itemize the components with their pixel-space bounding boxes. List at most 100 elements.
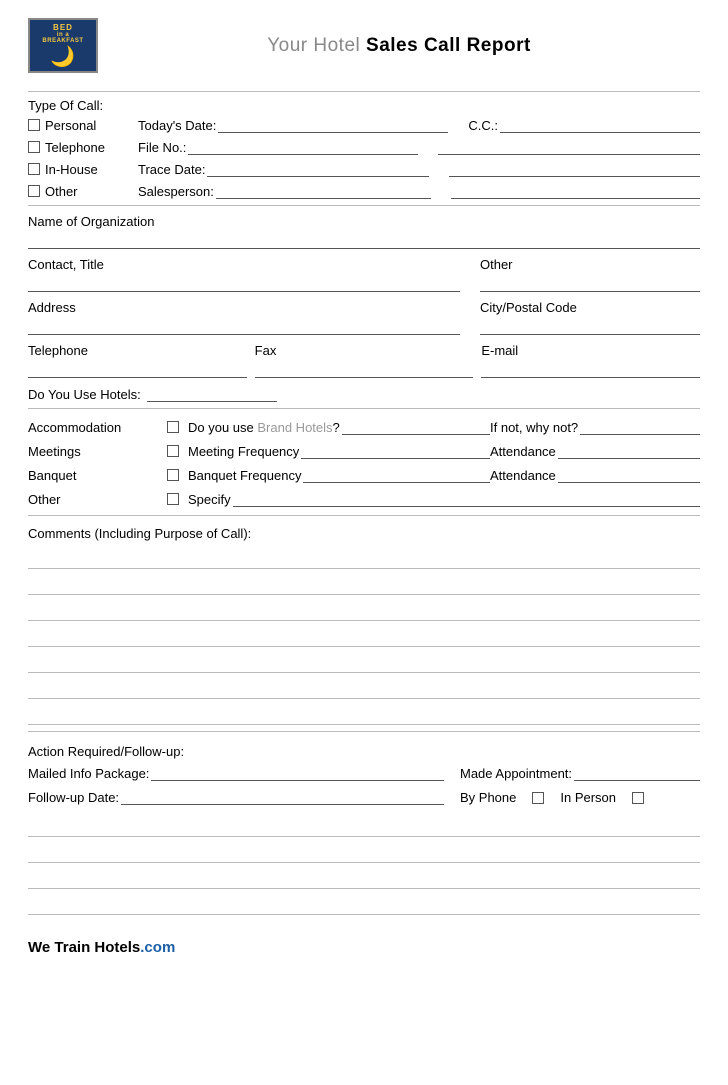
followup-label: Follow-up Date:: [28, 790, 119, 805]
banquet-name: Banquet: [28, 468, 158, 483]
trace-date-field[interactable]: [207, 161, 429, 177]
banquet-row: Banquet Banquet Frequency Attendance: [28, 467, 700, 483]
banquet-freq-field[interactable]: [303, 467, 490, 483]
mailed-row: Mailed Info Package: Made Appointment:: [28, 765, 700, 781]
other-accom-check[interactable]: [158, 493, 188, 505]
mailed-field[interactable]: [151, 765, 444, 781]
comment-line-3[interactable]: [28, 597, 700, 621]
fax-field[interactable]: [255, 360, 474, 378]
if-not-why-label: If not, why not?: [490, 420, 578, 435]
banquet-check[interactable]: [158, 469, 188, 481]
email-label: E-mail: [481, 343, 700, 358]
banquet-checkbox[interactable]: [167, 469, 179, 481]
by-phone-right: By Phone In Person: [460, 790, 700, 805]
if-not-why-field[interactable]: [580, 419, 700, 435]
specify-label: Specify: [188, 492, 231, 507]
do-you-use-brand-label: Do you use Brand Hotels?: [188, 420, 340, 435]
todays-date-field[interactable]: [218, 117, 448, 133]
address-field[interactable]: [28, 317, 460, 335]
other-accom-checkbox[interactable]: [167, 493, 179, 505]
footer-brand-regular: We Train Hotels: [28, 939, 140, 956]
brand-hotels-field[interactable]: [342, 419, 490, 435]
contact-field[interactable]: [28, 274, 460, 292]
file-no-field[interactable]: [188, 139, 418, 155]
do-you-field[interactable]: [147, 386, 277, 402]
meetings-check[interactable]: [158, 445, 188, 457]
banquet-attendance-field[interactable]: [558, 467, 700, 483]
section-divider-4: [28, 731, 700, 732]
cc-label: C.C.:: [468, 118, 498, 133]
brand-hotels: Brand Hotels: [257, 420, 332, 435]
personal-checkbox-label[interactable]: Personal: [28, 118, 138, 133]
accommodation-mid: Do you use Brand Hotels?: [188, 419, 490, 435]
followup-field[interactable]: [121, 789, 444, 805]
file-no-label: File No.:: [138, 140, 186, 155]
action-section: Action Required/Follow-up: Mailed Info P…: [28, 744, 700, 805]
cc-field[interactable]: [500, 117, 700, 133]
telephone-row: Telephone File No.:: [28, 139, 700, 155]
accommodation-name: Accommodation: [28, 420, 158, 435]
other-checkbox-label[interactable]: Other: [28, 184, 138, 199]
trace-date-extra-field[interactable]: [449, 161, 700, 177]
contact-label: Contact, Title: [28, 257, 460, 272]
address-col: Address: [28, 300, 460, 335]
email-field[interactable]: [481, 360, 700, 378]
file-no-extra-field[interactable]: [438, 139, 700, 155]
other-row: Other Salesperson:: [28, 183, 700, 199]
comments-label: Comments (Including Purpose of Call):: [28, 526, 700, 541]
accommodation-section: Accommodation Do you use Brand Hotels? I…: [28, 419, 700, 507]
org-label: Name of Organization: [28, 214, 700, 229]
salesperson-extra-field[interactable]: [451, 183, 700, 199]
org-field[interactable]: [28, 231, 700, 249]
telephone-checkbox[interactable]: [28, 141, 40, 153]
footer-line-4: [28, 891, 700, 915]
inhouse-checkbox-label[interactable]: In-House: [28, 162, 138, 177]
todays-date-label: Today's Date:: [138, 118, 216, 133]
meetings-attendance-field[interactable]: [558, 443, 700, 459]
made-appt-label: Made Appointment:: [460, 766, 572, 781]
banquet-freq-label: Banquet Frequency: [188, 468, 301, 483]
page-title: Your Hotel Sales Call Report: [98, 35, 700, 57]
logo-icon: 🌙: [50, 44, 75, 69]
personal-checkbox[interactable]: [28, 119, 40, 131]
comment-line-2[interactable]: [28, 571, 700, 595]
telecom-row: Telephone Fax E-mail: [28, 343, 700, 378]
telephone-field[interactable]: [28, 360, 247, 378]
todays-date-group: Today's Date: C.C.:: [138, 117, 700, 133]
footer-line-1: [28, 813, 700, 837]
telephone-checkbox-label[interactable]: Telephone: [28, 140, 138, 155]
mailed-label: Mailed Info Package:: [28, 766, 149, 781]
do-you-row: Do You Use Hotels:: [28, 386, 700, 402]
footer-brand: We Train Hotels.com: [28, 939, 700, 956]
telephone-label: Telephone: [45, 140, 105, 155]
comment-line-7[interactable]: [28, 701, 700, 725]
org-section: Name of Organization: [28, 214, 700, 249]
comment-line-4[interactable]: [28, 623, 700, 647]
specify-field[interactable]: [233, 491, 700, 507]
banquet-right: Attendance: [490, 467, 700, 483]
inhouse-checkbox[interactable]: [28, 163, 40, 175]
accommodation-checkbox[interactable]: [167, 421, 179, 433]
comment-line-6[interactable]: [28, 675, 700, 699]
trace-date-group: Trace Date:: [138, 161, 700, 177]
other-checkbox[interactable]: [28, 185, 40, 197]
in-person-checkbox[interactable]: [632, 792, 644, 804]
salesperson-group: Salesperson:: [138, 183, 700, 199]
contact-row: Contact, Title Other: [28, 257, 700, 292]
footer-lines: [28, 813, 700, 915]
comment-line-5[interactable]: [28, 649, 700, 673]
meeting-freq-field[interactable]: [301, 443, 490, 459]
by-phone-checkbox[interactable]: [532, 792, 544, 804]
address-label: Address: [28, 300, 460, 315]
fax-label: Fax: [255, 343, 474, 358]
made-appt-field[interactable]: [574, 765, 700, 781]
city-field[interactable]: [480, 317, 700, 335]
personal-row: Personal Today's Date: C.C.:: [28, 117, 700, 133]
salesperson-field[interactable]: [216, 183, 431, 199]
other-field[interactable]: [480, 274, 700, 292]
title-bold: Sales Call Report: [366, 35, 531, 56]
logo-bed-text: BED: [53, 23, 73, 32]
meetings-checkbox[interactable]: [167, 445, 179, 457]
comment-line-1[interactable]: [28, 545, 700, 569]
accommodation-check[interactable]: [158, 421, 188, 433]
